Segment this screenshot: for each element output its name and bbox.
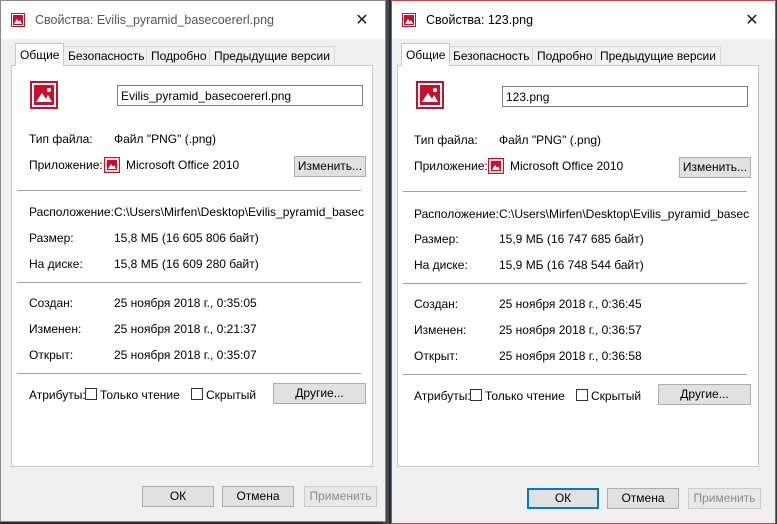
image-file-icon	[416, 81, 444, 109]
created-value: 25 ноября 2018 г., 0:35:05	[114, 296, 257, 310]
apply-button[interactable]: Применить	[688, 488, 761, 509]
tab-security[interactable]: Безопасность	[63, 46, 150, 66]
other-attributes-button[interactable]: Другие...	[273, 383, 366, 404]
created-label: Создан:	[29, 296, 74, 310]
readonly-label[interactable]: Только чтение	[485, 389, 565, 403]
app-value: Microsoft Office 2010	[126, 158, 240, 172]
size-label: Размер:	[414, 232, 459, 246]
change-app-button[interactable]: Изменить...	[294, 156, 366, 177]
window-title: Свойства: 123.png	[426, 13, 534, 27]
readonly-checkbox[interactable]	[470, 389, 482, 401]
location-value: C:\Users\Mirfen\Desktop\Evilis_pyramid_b…	[114, 205, 364, 219]
title-bar[interactable]: Свойства: Evilis_pyramid_basecoererl.png…	[1, 1, 385, 39]
ok-button[interactable]: ОК	[527, 488, 599, 509]
disk-size-value: 15,8 МБ (16 609 280 байт)	[114, 257, 259, 271]
tab-previous-versions[interactable]: Предыдущие версии	[209, 46, 335, 66]
tab-details[interactable]: Подробно	[146, 46, 212, 66]
opened-label: Открыт:	[29, 348, 74, 362]
file-type-value: Файл "PNG" (.png)	[114, 132, 217, 146]
tab-security[interactable]: Безопасность	[448, 46, 535, 66]
apply-button[interactable]: Применить	[304, 486, 377, 507]
tab-general[interactable]: Общие	[15, 43, 65, 66]
hidden-checkbox[interactable]	[191, 388, 203, 400]
image-file-icon	[11, 13, 25, 27]
disk-size-label: На диске:	[29, 257, 83, 271]
attributes-label: Атрибуты:	[29, 388, 86, 402]
opened-value: 25 ноября 2018 г., 0:35:07	[114, 348, 257, 362]
separator	[403, 374, 747, 375]
separator	[403, 283, 747, 284]
size-value: 15,8 МБ (16 605 806 байт)	[114, 231, 259, 245]
separator	[17, 373, 361, 374]
app-value: Microsoft Office 2010	[510, 159, 624, 173]
disk-size-value: 15,9 МБ (16 748 544 байт)	[499, 258, 644, 272]
separator	[17, 282, 361, 283]
filename-input[interactable]: Evilis_pyramid_basecoererl.png	[117, 85, 363, 106]
separator	[17, 190, 361, 191]
separator	[403, 191, 747, 192]
opened-value: 25 ноября 2018 г., 0:36:58	[499, 349, 642, 363]
file-type-value: Файл "PNG" (.png)	[499, 133, 602, 147]
close-icon[interactable]: ✕	[737, 9, 767, 33]
opened-label: Открыт:	[414, 349, 459, 363]
other-attributes-button[interactable]: Другие...	[658, 384, 751, 405]
tab-details[interactable]: Подробно	[532, 46, 598, 66]
office-picture-manager-icon	[488, 158, 504, 174]
size-label: Размер:	[29, 231, 74, 245]
location-value: C:\Users\Mirfen\Desktop\Evilis_pyramid_b…	[499, 207, 749, 221]
created-value: 25 ноября 2018 г., 0:36:45	[499, 297, 642, 311]
properties-dialog-2[interactable]: Свойства: 123.png ✕ Общие Безопасность П…	[391, 0, 776, 524]
ok-button[interactable]: ОК	[142, 486, 214, 507]
app-label: Приложение:	[414, 159, 488, 173]
cancel-button[interactable]: Отмена	[222, 486, 294, 507]
hidden-label[interactable]: Скрытый	[591, 389, 641, 403]
location-label: Расположение:	[414, 207, 499, 221]
modified-value: 25 ноября 2018 г., 0:36:57	[499, 323, 642, 337]
properties-dialog-1[interactable]: Свойства: Evilis_pyramid_basecoererl.png…	[0, 0, 386, 522]
window-title: Свойства: Evilis_pyramid_basecoererl.png	[35, 13, 275, 27]
image-file-icon	[30, 81, 58, 109]
hidden-label[interactable]: Скрытый	[206, 388, 256, 402]
modified-label: Изменен:	[414, 323, 467, 337]
modified-label: Изменен:	[29, 322, 82, 336]
created-label: Создан:	[414, 297, 459, 311]
location-label: Расположение:	[29, 205, 114, 219]
hidden-checkbox[interactable]	[576, 389, 588, 401]
image-file-icon	[402, 13, 416, 27]
attributes-label: Атрибуты:	[414, 389, 471, 403]
cancel-button[interactable]: Отмена	[607, 488, 679, 509]
app-label: Приложение:	[29, 158, 103, 172]
filename-input[interactable]: 123.png	[502, 86, 748, 107]
disk-size-label: На диске:	[414, 258, 468, 272]
office-picture-manager-icon	[104, 157, 120, 173]
file-type-label: Тип файла:	[414, 133, 478, 147]
change-app-button[interactable]: Изменить...	[679, 157, 751, 178]
tab-general[interactable]: Общие	[401, 43, 451, 66]
file-type-label: Тип файла:	[29, 132, 93, 146]
readonly-checkbox[interactable]	[85, 388, 97, 400]
tab-previous-versions[interactable]: Предыдущие версии	[595, 46, 721, 66]
title-bar[interactable]: Свойства: 123.png ✕	[392, 1, 775, 39]
readonly-label[interactable]: Только чтение	[100, 388, 180, 402]
modified-value: 25 ноября 2018 г., 0:21:37	[114, 322, 257, 336]
size-value: 15,9 МБ (16 747 685 байт)	[499, 232, 644, 246]
close-icon[interactable]: ✕	[347, 9, 377, 33]
